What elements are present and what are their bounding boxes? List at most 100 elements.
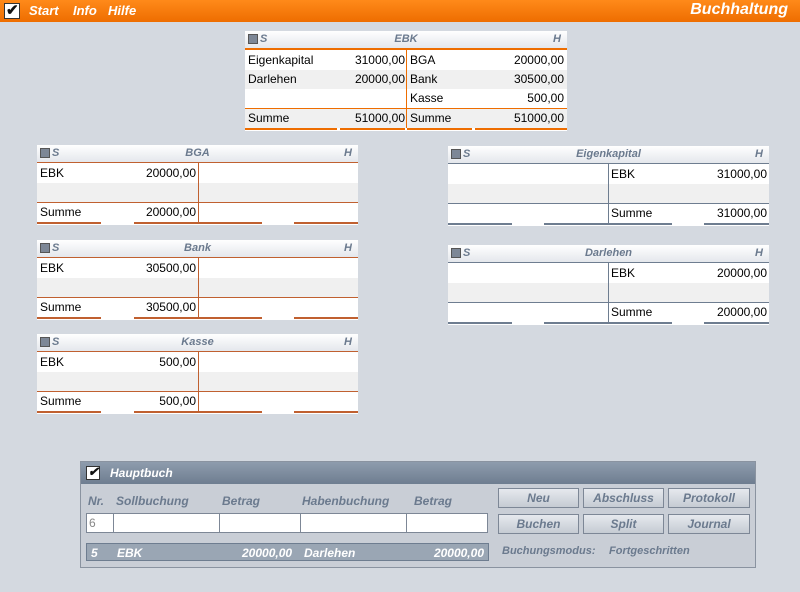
haben-label: H bbox=[344, 147, 352, 159]
sum-label: Summe bbox=[40, 394, 82, 408]
sum-label: Summe bbox=[40, 300, 82, 314]
haben-label: H bbox=[344, 242, 352, 254]
menu-start[interactable]: Start bbox=[29, 3, 59, 18]
status-betrag-soll: 20000,00 bbox=[242, 546, 293, 560]
account-title: BGA bbox=[185, 147, 210, 159]
buchen-button[interactable]: Buchen bbox=[498, 514, 579, 534]
betrag-label: Betrag bbox=[414, 494, 453, 508]
entry-label: EBK bbox=[40, 355, 65, 369]
neu-button[interactable]: Neu bbox=[498, 488, 579, 508]
account-bank[interactable]: S Bank H EBK 30500,00 Summe 30500,00 bbox=[37, 240, 358, 320]
divider bbox=[294, 411, 358, 413]
mode-label: Buchungsmodus: bbox=[502, 545, 596, 557]
entry-value: 31000,00 bbox=[716, 167, 767, 181]
sum-label: Summe bbox=[611, 305, 653, 319]
haben-label: H bbox=[755, 148, 763, 160]
sum-left: 51000,00 bbox=[354, 111, 405, 125]
divider bbox=[134, 222, 198, 224]
sum-value: 31000,00 bbox=[716, 206, 767, 220]
divider bbox=[340, 128, 405, 130]
haben-label: H bbox=[344, 336, 352, 348]
ebk-left-label: Eigenkapital bbox=[248, 53, 314, 67]
account-title: Bank bbox=[184, 242, 211, 254]
ebk-right-label: Kasse bbox=[410, 91, 444, 105]
haben-input[interactable] bbox=[300, 513, 407, 533]
account-darlehen[interactable]: S Darlehen H EBK 20000,00 Summe 20000,00 bbox=[448, 245, 769, 325]
t-divider bbox=[608, 262, 609, 322]
divider bbox=[245, 128, 337, 130]
soll-label: Sollbuchung bbox=[116, 494, 189, 508]
divider bbox=[608, 223, 672, 225]
sum-right: 51000,00 bbox=[513, 111, 564, 125]
account-eigenkapital[interactable]: S Eigenkapital H EBK 31000,00 Summe 31000,00 bbox=[448, 146, 769, 226]
status-soll: EBK bbox=[117, 546, 143, 560]
mode-value[interactable]: Fortgeschritten bbox=[609, 545, 690, 557]
abschluss-button[interactable]: Abschluss bbox=[583, 488, 664, 508]
betrag-soll-input[interactable] bbox=[219, 513, 301, 533]
t-divider bbox=[198, 162, 199, 222]
panel-title: Hauptbuch bbox=[110, 466, 173, 480]
check-icon bbox=[86, 464, 100, 480]
ebk-right-label: BGA bbox=[410, 53, 436, 67]
t-divider bbox=[198, 257, 199, 317]
hauptbuch-panel: Hauptbuch Nr. Sollbuchung Betrag Habenbu… bbox=[80, 461, 756, 568]
ebk-left-value: 20000,00 bbox=[354, 72, 405, 86]
sum-label: Summe bbox=[410, 111, 452, 125]
divider bbox=[475, 128, 567, 130]
sum-label: Summe bbox=[611, 206, 653, 220]
haben-label: Habenbuchung bbox=[302, 494, 390, 508]
ebk-left-value: 31000,00 bbox=[354, 53, 405, 67]
entry-value: 500,00 bbox=[159, 355, 196, 369]
divider bbox=[198, 222, 262, 224]
panel-header[interactable]: Hauptbuch bbox=[81, 462, 755, 484]
haben-label: H bbox=[553, 33, 561, 45]
account-kasse[interactable]: S Kasse H EBK 500,00 Summe 500,00 bbox=[37, 334, 358, 414]
divider bbox=[294, 222, 358, 224]
t-divider bbox=[608, 163, 609, 223]
sum-value: 500,00 bbox=[159, 394, 196, 408]
betrag-label: Betrag bbox=[222, 494, 261, 508]
status-nr: 5 bbox=[91, 546, 98, 560]
split-button[interactable]: Split bbox=[583, 514, 664, 534]
divider bbox=[134, 411, 198, 413]
divider bbox=[134, 317, 198, 319]
account-title: Eigenkapital bbox=[576, 148, 641, 160]
status-betrag-haben: 20000,00 bbox=[433, 546, 484, 560]
sum-value: 20000,00 bbox=[145, 205, 196, 219]
divider bbox=[448, 223, 512, 225]
entry-value: 20000,00 bbox=[716, 266, 767, 280]
journal-button[interactable]: Journal bbox=[668, 514, 750, 534]
soll-input[interactable] bbox=[113, 513, 220, 533]
divider bbox=[37, 222, 101, 224]
sum-value: 20000,00 bbox=[716, 305, 767, 319]
protokoll-button[interactable]: Protokoll bbox=[668, 488, 750, 508]
divider bbox=[37, 411, 101, 413]
t-divider bbox=[406, 48, 407, 128]
divider bbox=[544, 223, 608, 225]
divider bbox=[544, 322, 608, 324]
sum-label: Summe bbox=[40, 205, 82, 219]
menu-hilfe[interactable]: Hilfe bbox=[108, 3, 136, 18]
account-header: S Bank H bbox=[37, 240, 358, 257]
app-title: Buchhaltung bbox=[690, 1, 788, 18]
divider bbox=[198, 411, 262, 413]
divider bbox=[704, 223, 769, 225]
divider bbox=[608, 322, 672, 324]
ebk-right-value: 20000,00 bbox=[513, 53, 564, 67]
account-bga[interactable]: S BGA H EBK 20000,00 Summe 20000,00 bbox=[37, 145, 358, 225]
haben-label: H bbox=[755, 247, 763, 259]
account-header: S Eigenkapital H bbox=[448, 146, 769, 163]
menu-bar: Start Info Hilfe Buchhaltung bbox=[0, 0, 800, 22]
account-ebk[interactable]: S EBK H Eigenkapital 31000,00 BGA 20000,00 … bbox=[245, 31, 567, 131]
nr-field[interactable]: 6 bbox=[86, 513, 114, 533]
ebk-right-value: 30500,00 bbox=[513, 72, 564, 86]
account-header: S Darlehen H bbox=[448, 245, 769, 262]
status-haben: Darlehen bbox=[304, 546, 356, 560]
sum-value: 30500,00 bbox=[145, 300, 196, 314]
entry-label: EBK bbox=[40, 166, 65, 180]
menu-info[interactable]: Info bbox=[73, 3, 97, 18]
divider bbox=[37, 317, 101, 319]
entry-label: EBK bbox=[40, 261, 65, 275]
account-title: Kasse bbox=[181, 336, 214, 348]
betrag-haben-input[interactable] bbox=[406, 513, 488, 533]
